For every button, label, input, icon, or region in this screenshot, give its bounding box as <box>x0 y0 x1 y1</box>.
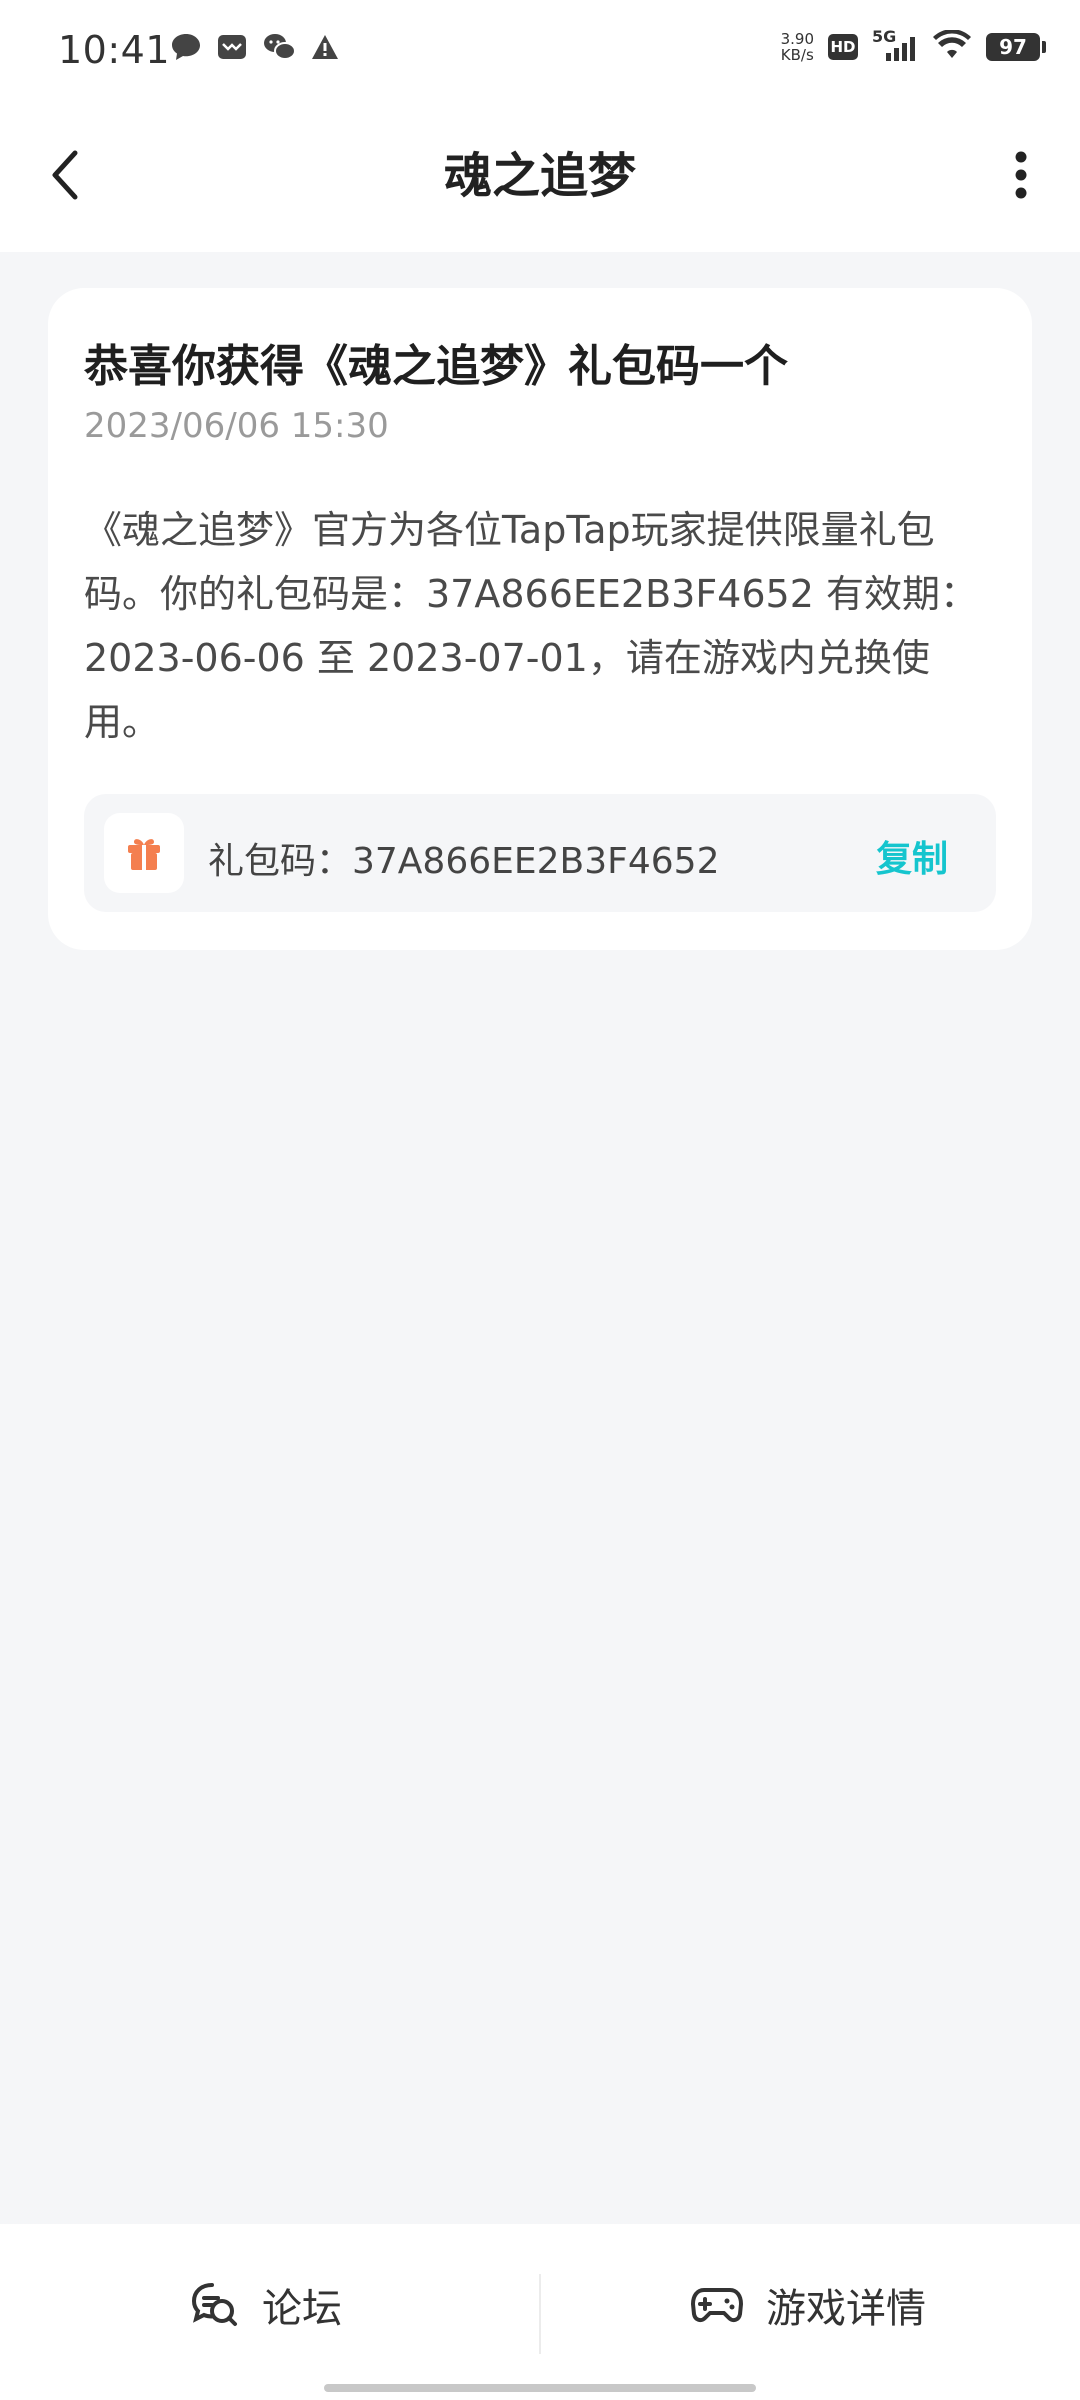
message-bubble-icon <box>170 32 202 66</box>
message-body: 《魂之追梦》官方为各位TapTap玩家提供限量礼包码。你的礼包码是：37A866… <box>84 508 978 744</box>
copy-code-button[interactable]: 复制 <box>876 830 948 882</box>
mail-icon <box>216 32 248 66</box>
gift-icon <box>128 839 160 870</box>
more-vertical-icon <box>1015 151 1027 199</box>
warning-icon <box>310 33 340 65</box>
network-speed-unit: KB/s <box>780 46 814 64</box>
gift-icon-container <box>104 813 184 893</box>
gift-code-box: 礼包码：37A866EE2B3F4652 复制 <box>84 794 996 912</box>
status-time: 10:41 <box>58 28 171 72</box>
gift-code-text: 礼包码：37A866EE2B3F4652 <box>208 841 720 882</box>
battery-indicator: 97 <box>986 33 1046 61</box>
page-title: 魂之追梦 <box>443 148 636 204</box>
page: 10:41 3.90 KB/s HD 5G 97 魂之追梦 恭喜你获得《魂之追梦… <box>0 0 1080 2400</box>
game-detail-label: 游戏详情 <box>766 2286 926 2332</box>
status-right: 3.90 KB/s HD 5G 97 <box>781 27 1046 64</box>
message-timestamp: 2023/06/06 15:30 <box>84 406 389 446</box>
more-options-button[interactable] <box>996 140 1046 210</box>
hd-badge: HD <box>828 34 858 60</box>
wifi-icon <box>932 29 972 64</box>
notification-icons <box>170 32 340 66</box>
status-bar: 10:41 3.90 KB/s HD 5G 97 <box>0 0 1080 100</box>
network-speed: 3.90 KB/s <box>781 31 814 63</box>
forum-label: 论坛 <box>262 2286 342 2332</box>
cellular-signal-icon: 5G <box>872 27 918 63</box>
home-indicator[interactable] <box>324 2384 756 2392</box>
app-header: 魂之追梦 <box>0 100 1080 252</box>
message-title: 恭喜你获得《魂之追梦》礼包码一个 <box>84 341 788 392</box>
bottom-divider <box>539 2274 541 2354</box>
forum-chat-icon <box>191 2283 237 2326</box>
bottom-action-bar: 论坛 游戏详情 <box>0 2224 1080 2400</box>
forum-button[interactable]: 论坛 <box>190 2270 342 2340</box>
gift-message-card: 恭喜你获得《魂之追梦》礼包码一个 2023/06/06 15:30 《魂之追梦》… <box>48 288 1032 950</box>
gamepad-icon <box>691 2288 743 2323</box>
wechat-icon <box>262 32 296 66</box>
network-speed-value: 3.90 <box>780 30 814 48</box>
game-detail-button[interactable]: 游戏详情 <box>690 2270 926 2340</box>
